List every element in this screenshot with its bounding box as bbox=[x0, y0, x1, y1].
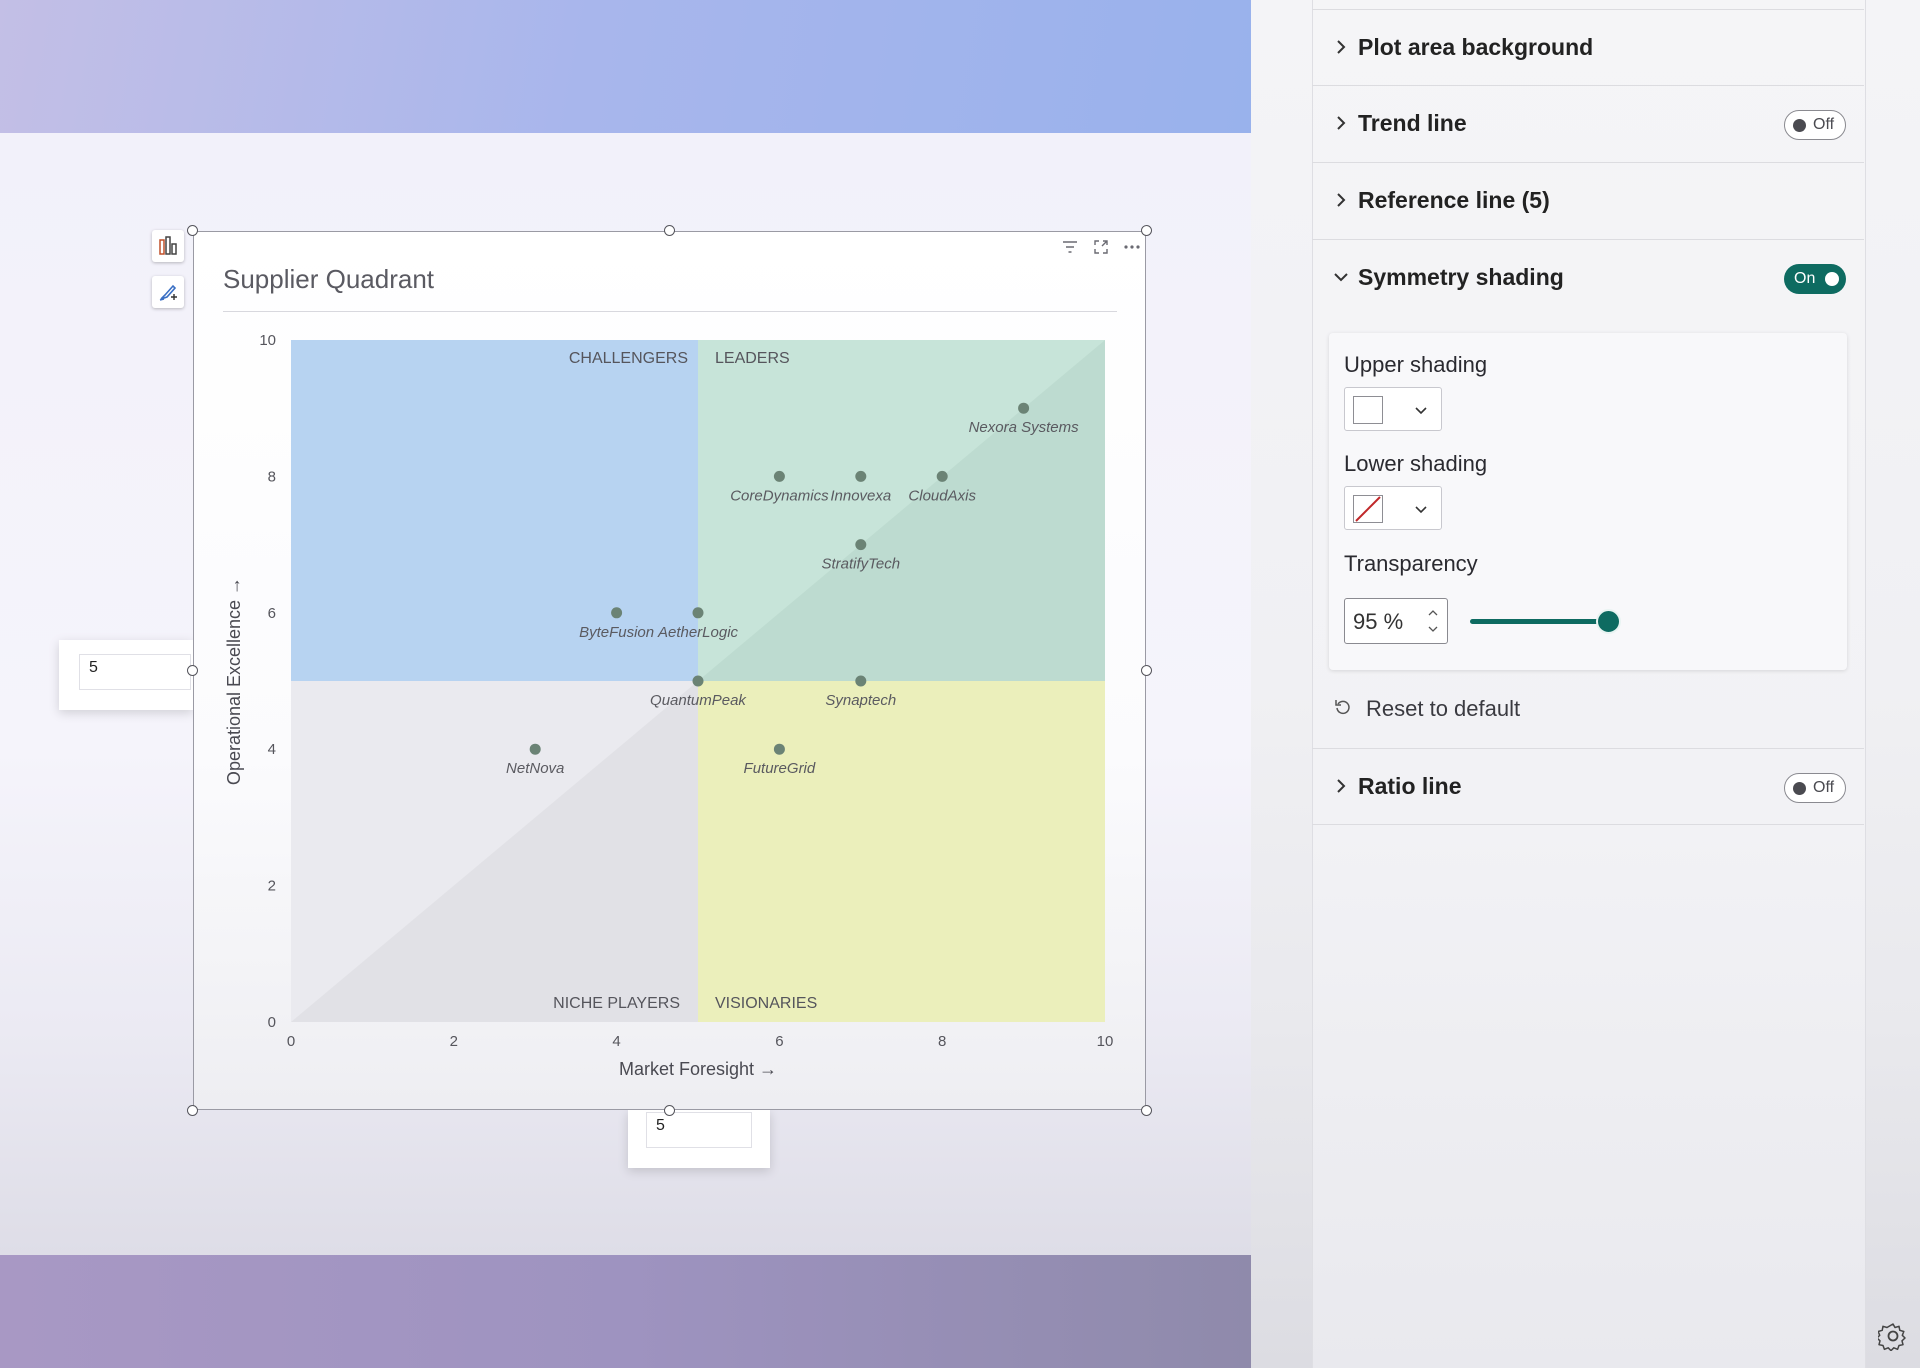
chevron-right-icon bbox=[1337, 779, 1346, 793]
gear-icon bbox=[1878, 1323, 1906, 1351]
section-title: Symmetry shading bbox=[1358, 264, 1564, 290]
y-tick-label: 0 bbox=[268, 1014, 276, 1031]
chevron-right-icon bbox=[1337, 40, 1346, 54]
transparency-input[interactable]: 95 % bbox=[1344, 598, 1448, 644]
quadrant-label-bottom-right: VISIONARIES bbox=[715, 995, 817, 1012]
y-tick-label: 4 bbox=[268, 741, 276, 758]
data-label: ByteFusion bbox=[579, 624, 654, 641]
y-tick-label: 6 bbox=[268, 605, 276, 622]
data-label: CoreDynamics bbox=[730, 487, 829, 504]
data-label: StratifyTech bbox=[821, 556, 900, 573]
quadrant-label-bottom-left: NICHE PLAYERS bbox=[553, 995, 680, 1012]
toggle-knob bbox=[1825, 272, 1839, 286]
lower-shading-picker[interactable] bbox=[1344, 486, 1442, 530]
x-tick-label: 10 bbox=[1097, 1033, 1114, 1050]
spinner-icon[interactable] bbox=[1427, 607, 1439, 635]
transparency-label: Transparency bbox=[1344, 551, 1478, 576]
y-tick-label: 2 bbox=[268, 878, 276, 895]
data-label: QuantumPeak bbox=[650, 692, 747, 709]
data-point bbox=[855, 675, 867, 687]
data-point bbox=[1018, 402, 1030, 414]
y-tick-label: 10 bbox=[259, 332, 276, 349]
chevron-down-icon bbox=[1415, 506, 1427, 514]
quadrant-label-top-left: CHALLENGERS bbox=[569, 350, 688, 367]
data-point bbox=[692, 607, 704, 619]
data-label: FutureGrid bbox=[744, 760, 816, 777]
data-label: NetNova bbox=[506, 760, 564, 777]
ratio-line-toggle[interactable]: Off bbox=[1784, 773, 1846, 803]
no-color-swatch bbox=[1353, 495, 1383, 523]
x-axis-title: Market Foresight → bbox=[619, 1059, 777, 1079]
reset-label: Reset to default bbox=[1366, 696, 1521, 721]
section-title: Plot area background bbox=[1358, 34, 1594, 60]
toggle-label: Off bbox=[1813, 779, 1835, 796]
x-tick-label: 4 bbox=[612, 1033, 620, 1050]
symmetry-shading-toggle[interactable]: On bbox=[1784, 264, 1846, 294]
toggle-knob bbox=[1793, 119, 1806, 132]
x-tick-label: 0 bbox=[287, 1033, 295, 1050]
section-symmetry-shading[interactable]: Symmetry shading On bbox=[1312, 240, 1864, 317]
x-tick-label: 8 bbox=[938, 1033, 946, 1050]
upper-shading-label: Upper shading bbox=[1344, 352, 1488, 377]
chevron-down-icon bbox=[1334, 273, 1348, 282]
section-title: Reference line (5) bbox=[1358, 187, 1550, 213]
data-point bbox=[529, 743, 541, 755]
reset-icon bbox=[1335, 700, 1350, 715]
data-label: AetherLogic bbox=[657, 624, 739, 641]
trend-line-toggle[interactable]: Off bbox=[1784, 110, 1846, 140]
x-tick-label: 6 bbox=[775, 1033, 783, 1050]
chevron-right-icon bbox=[1337, 193, 1346, 207]
toggle-label: On bbox=[1794, 270, 1816, 287]
toggle-knob bbox=[1793, 782, 1806, 795]
y-axis-title: Operational Excellence → bbox=[224, 577, 244, 785]
quadrant-label-top-right: LEADERS bbox=[715, 350, 790, 367]
section-plot-area-background[interactable]: Plot area background bbox=[1312, 9, 1864, 86]
upper-shading-picker[interactable] bbox=[1344, 387, 1442, 431]
section-trend-line[interactable]: Trend line Off bbox=[1312, 86, 1864, 163]
toggle-label: Off bbox=[1813, 116, 1835, 133]
data-point bbox=[855, 539, 867, 551]
data-point bbox=[936, 470, 948, 482]
section-ratio-line[interactable]: Ratio line Off bbox=[1312, 748, 1864, 825]
data-label: Innovexa bbox=[830, 487, 891, 504]
section-title: Ratio line bbox=[1358, 773, 1462, 799]
data-label: Synaptech bbox=[825, 692, 896, 709]
x-tick-label: 2 bbox=[450, 1033, 458, 1050]
transparency-value: 95 % bbox=[1353, 609, 1404, 634]
y-tick-label: 8 bbox=[268, 468, 276, 485]
chevron-down-icon bbox=[1415, 407, 1427, 415]
data-label: Nexora Systems bbox=[969, 419, 1080, 436]
transparency-slider-track[interactable] bbox=[1470, 619, 1610, 624]
data-label: CloudAxis bbox=[908, 487, 976, 504]
data-point bbox=[611, 607, 623, 619]
data-point bbox=[692, 675, 704, 687]
section-title: Trend line bbox=[1358, 110, 1467, 136]
section-reference-line[interactable]: Reference line (5) bbox=[1312, 163, 1864, 240]
chevron-right-icon bbox=[1337, 116, 1346, 130]
settings-button[interactable] bbox=[1873, 1316, 1913, 1356]
data-point bbox=[773, 470, 785, 482]
upper-shading-swatch bbox=[1353, 396, 1383, 424]
lower-shading-label: Lower shading bbox=[1344, 451, 1488, 476]
data-point bbox=[773, 743, 785, 755]
scatter-chart: 0 2 4 6 8 10 0 2 4 6 8 10 Nexora Systems CoreDynamic… bbox=[224, 332, 1114, 1079]
data-point bbox=[855, 470, 867, 482]
transparency-slider-thumb[interactable] bbox=[1596, 609, 1621, 634]
